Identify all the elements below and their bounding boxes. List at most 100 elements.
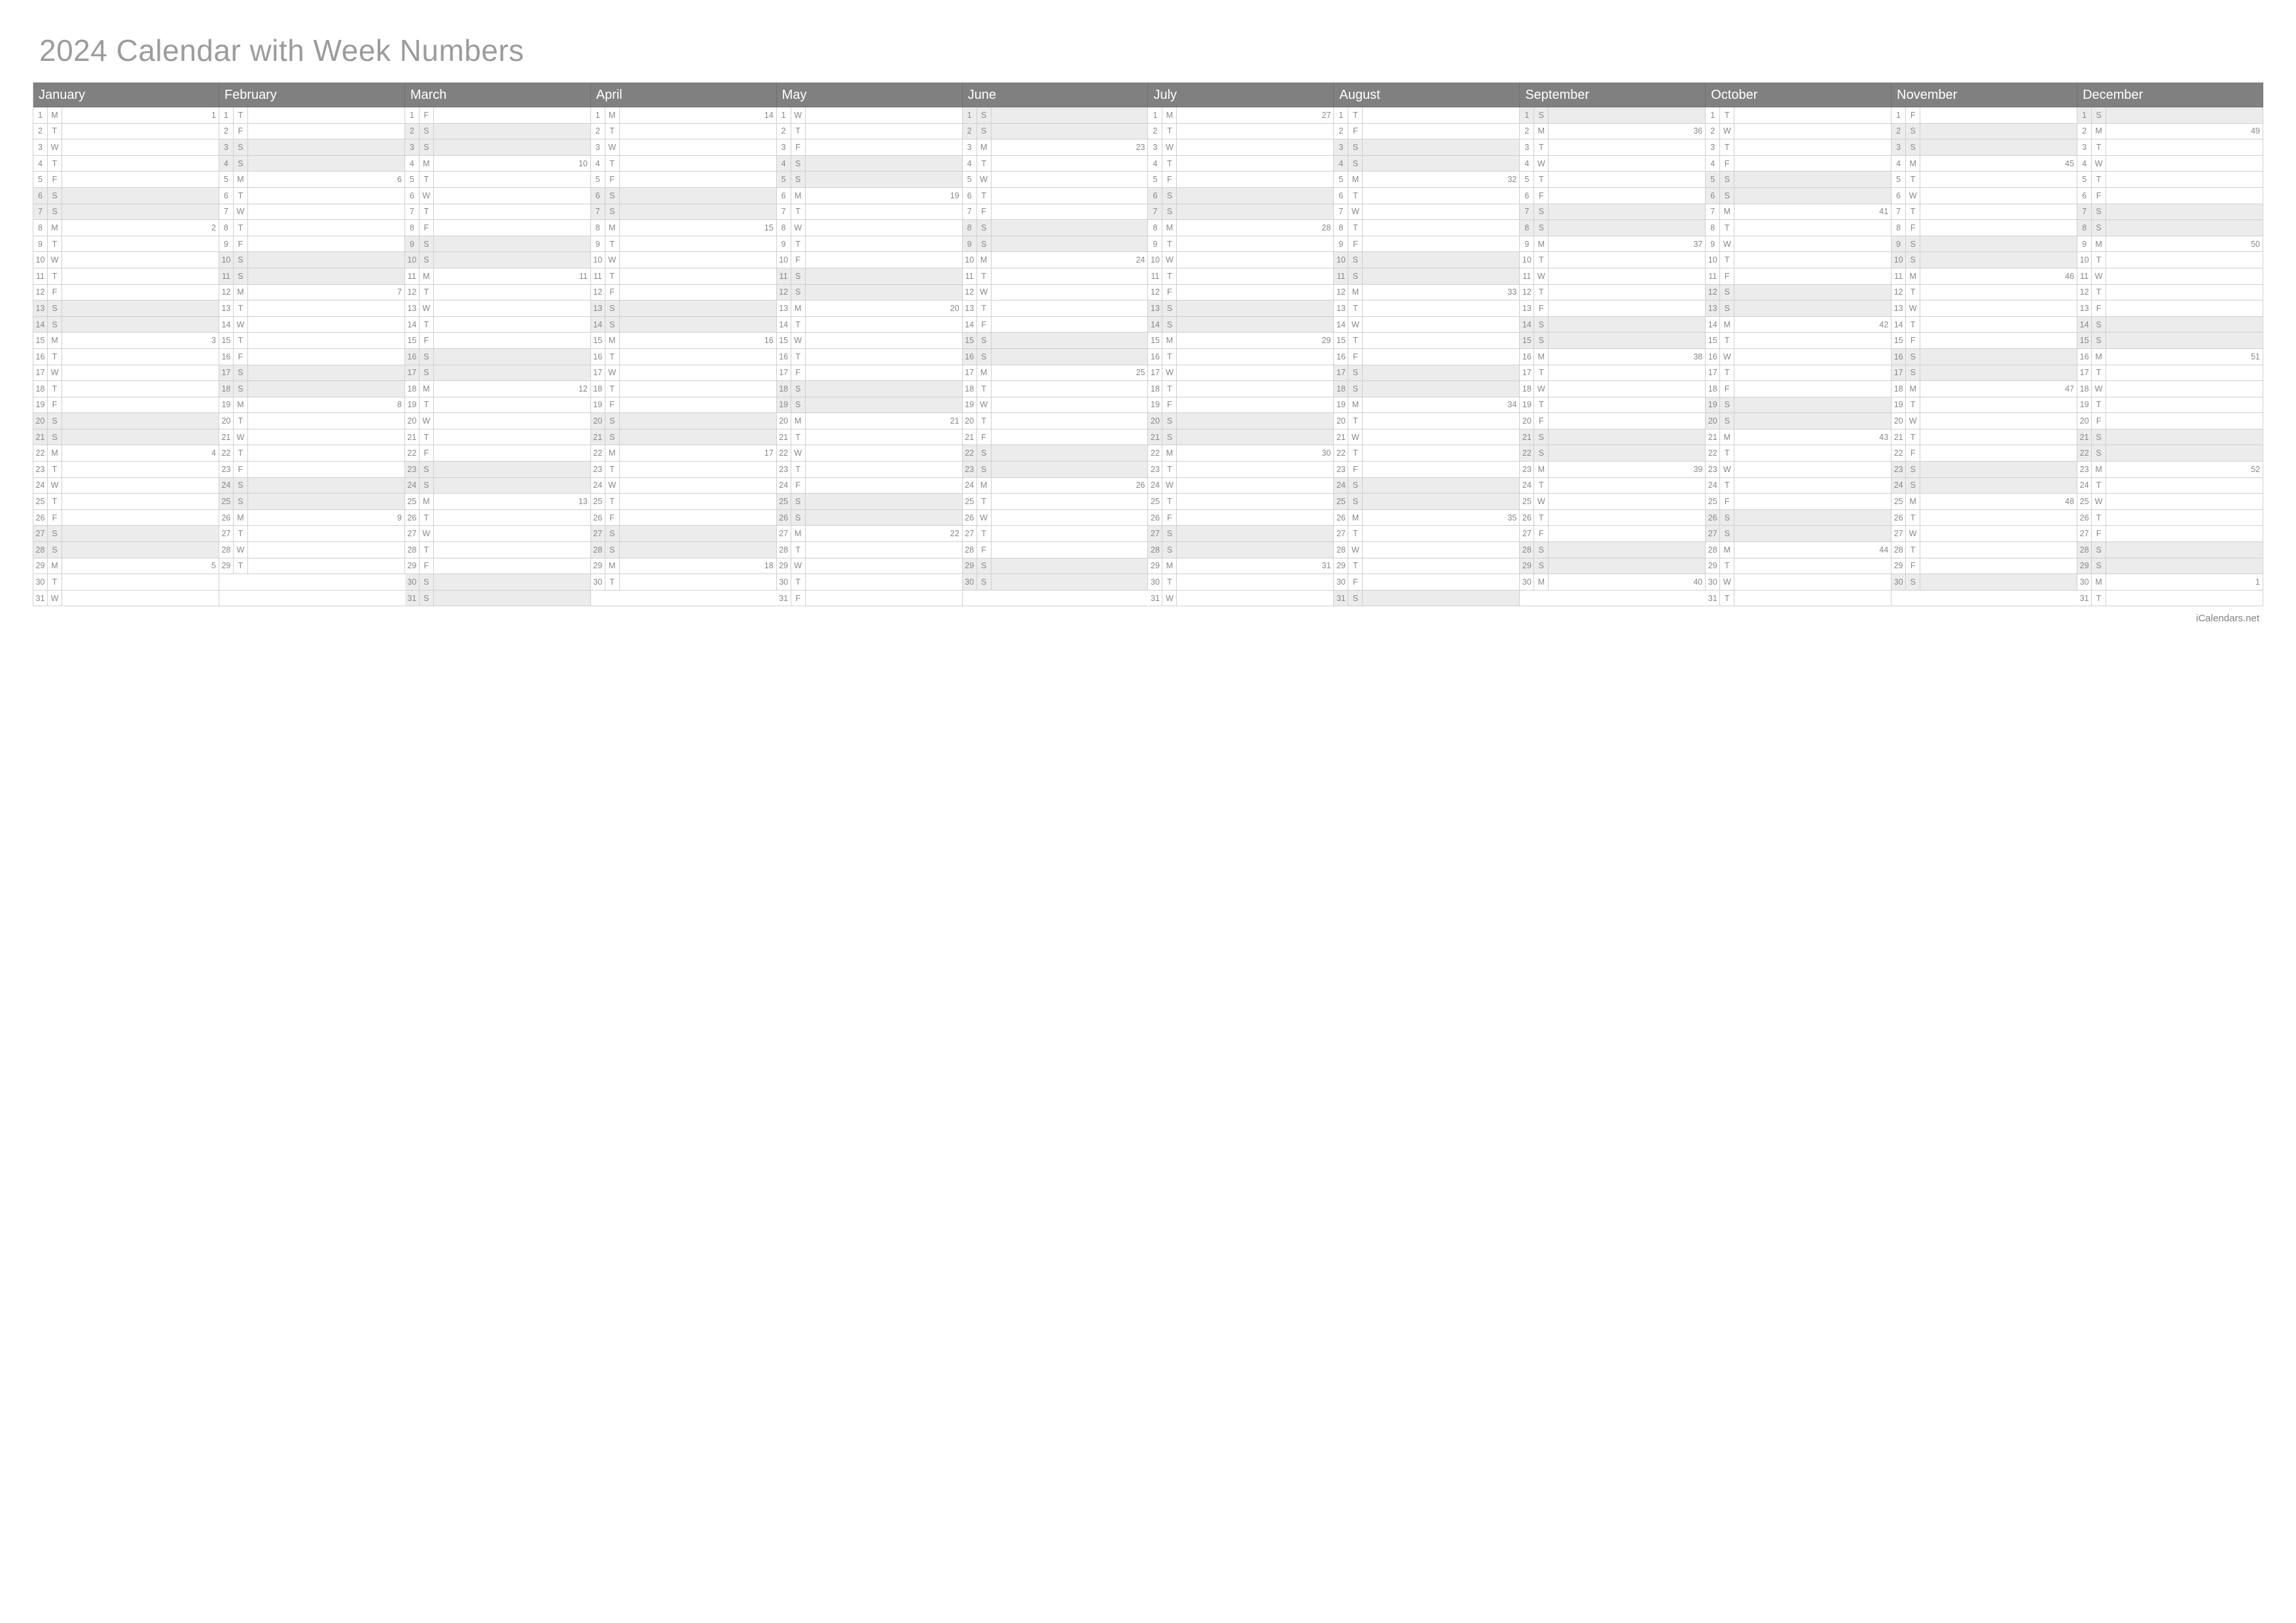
- day-of-week: W: [234, 429, 248, 445]
- day-of-week: S: [977, 558, 992, 574]
- day-number: 26: [963, 510, 977, 526]
- day-row: 23M52: [2077, 462, 2263, 478]
- day-of-week: M: [234, 510, 248, 526]
- day-number: 4: [1520, 156, 1534, 172]
- day-number: 25: [1334, 494, 1348, 509]
- day-of-week: T: [1534, 172, 1549, 187]
- day-of-week: W: [1906, 526, 1920, 541]
- day-number: 22: [1892, 445, 1906, 461]
- week-number: [1363, 462, 1519, 477]
- day-of-week: W: [234, 317, 248, 333]
- day-row: 12S: [1706, 285, 1892, 301]
- day-of-week: M: [1534, 574, 1549, 590]
- week-number: [2106, 333, 2263, 348]
- day-number: 1: [1148, 107, 1162, 123]
- week-number: [248, 542, 404, 558]
- day-number: 29: [1892, 558, 1906, 574]
- day-number: 25: [777, 494, 791, 509]
- day-number: 11: [1706, 268, 1720, 284]
- week-number: 41: [1734, 204, 1891, 220]
- week-number: [2106, 381, 2263, 397]
- day-row: 13M20: [777, 301, 963, 317]
- day-of-week: S: [234, 252, 248, 268]
- day-number: 23: [1706, 462, 1720, 477]
- day-row: 19F: [33, 397, 219, 414]
- day-of-week: W: [791, 558, 806, 574]
- day-row: 6F: [1520, 188, 1706, 204]
- week-number: [992, 542, 1148, 558]
- day-of-week: T: [1720, 252, 1734, 268]
- day-number: 1: [963, 107, 977, 123]
- day-number: 19: [1892, 397, 1906, 413]
- day-number: 3: [405, 139, 420, 155]
- week-number: [806, 172, 962, 187]
- day-of-week: T: [1348, 413, 1363, 429]
- day-row: 17T: [1520, 365, 1706, 382]
- week-number: [1177, 526, 1333, 541]
- day-of-week: S: [234, 139, 248, 155]
- day-row: [219, 574, 405, 591]
- day-number: 9: [405, 236, 420, 252]
- day-number: 26: [1148, 510, 1162, 526]
- day-of-week: W: [1162, 478, 1177, 494]
- day-of-week: W: [1534, 268, 1549, 284]
- day-number: 30: [1520, 574, 1534, 590]
- day-number: 3: [591, 139, 605, 155]
- day-of-week: S: [1162, 413, 1177, 429]
- day-number: 24: [591, 478, 605, 494]
- day-number: 14: [219, 317, 234, 333]
- day-number: 2: [777, 124, 791, 139]
- day-row: 11S: [219, 268, 405, 285]
- day-number: 7: [1520, 204, 1534, 220]
- day-number: 14: [405, 317, 420, 333]
- day-of-week: M: [977, 478, 992, 494]
- day-of-week: F: [1720, 268, 1734, 284]
- day-row: 25T: [1148, 494, 1334, 510]
- day-number: 27: [219, 526, 234, 541]
- day-of-week: M: [977, 252, 992, 268]
- week-number: 35: [1363, 510, 1519, 526]
- week-number: [1920, 204, 2077, 220]
- day-of-week: T: [791, 349, 806, 365]
- week-number: [1920, 139, 2077, 155]
- week-number: [1549, 478, 1705, 494]
- week-number: 40: [1549, 574, 1705, 590]
- day-row: 26T: [1520, 510, 1706, 526]
- day-of-week: W: [420, 526, 434, 541]
- day-number: 13: [405, 301, 420, 316]
- week-number: [1363, 478, 1519, 494]
- day-of-week: T: [977, 156, 992, 172]
- day-row: 11M11: [405, 268, 591, 285]
- day-of-week: T: [1162, 381, 1177, 397]
- day-number: 2: [33, 124, 48, 139]
- day-row: 6W: [405, 188, 591, 204]
- day-row: 1T: [219, 107, 405, 124]
- day-number: 12: [1334, 285, 1348, 301]
- day-row: 26F: [591, 510, 777, 526]
- day-of-week: F: [977, 204, 992, 220]
- week-number: 52: [2106, 462, 2263, 477]
- week-number: [248, 381, 404, 397]
- day-number: 21: [1334, 429, 1348, 445]
- day-row: 31S: [405, 591, 591, 607]
- week-number: 25: [992, 365, 1148, 381]
- day-row: 5F: [33, 172, 219, 188]
- week-number: [1177, 478, 1333, 494]
- day-row: 28S: [1520, 542, 1706, 558]
- day-of-week: S: [1348, 365, 1363, 381]
- day-row: 29M18: [591, 558, 777, 575]
- day-of-week: M: [48, 333, 62, 348]
- week-number: [1920, 107, 2077, 123]
- day-row: 7W: [219, 204, 405, 221]
- day-of-week: T: [48, 494, 62, 509]
- week-number: [1549, 558, 1705, 574]
- week-number: [1920, 558, 2077, 574]
- week-number: [62, 365, 219, 381]
- day-number: 25: [1148, 494, 1162, 509]
- day-row: 5F: [1148, 172, 1334, 188]
- day-of-week: T: [48, 268, 62, 284]
- day-row: 29T: [1706, 558, 1892, 575]
- day-of-week: T: [1906, 172, 1920, 187]
- week-number: [62, 526, 219, 541]
- day-row: 30S: [405, 574, 591, 591]
